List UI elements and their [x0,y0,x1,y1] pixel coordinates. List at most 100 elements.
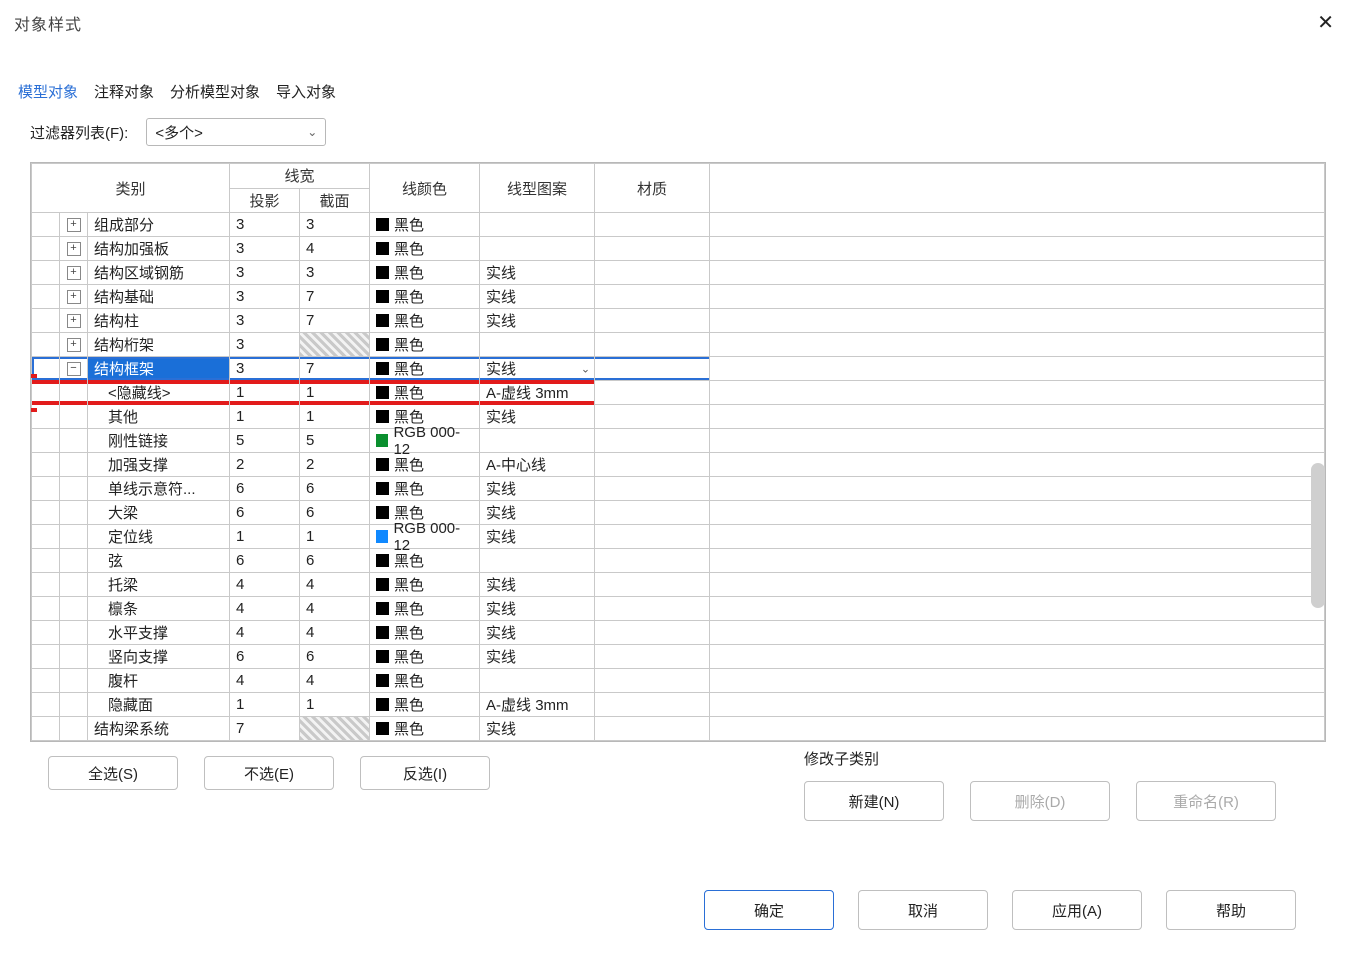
line-pattern-cell[interactable]: 实线 [480,261,595,285]
col-header-category[interactable]: 类别 [32,164,229,212]
category-cell[interactable]: 大梁 [88,501,230,525]
projection-cell[interactable]: 1 [230,693,300,717]
line-pattern-cell[interactable]: 实线 [480,477,595,501]
expand-plus-icon[interactable]: + [67,242,81,256]
material-cell[interactable] [595,237,710,261]
section-cell[interactable]: 1 [300,381,370,405]
invert-selection-button[interactable]: 反选(I) [360,756,490,790]
category-cell[interactable]: 定位线 [88,525,230,549]
line-color-cell[interactable]: 黑色 [370,357,480,381]
category-cell[interactable]: 结构梁系统 [88,717,230,741]
category-cell[interactable]: 结构加强板 [88,237,230,261]
category-cell[interactable]: 结构区域钢筋 [88,261,230,285]
table-row[interactable]: 结构梁系统7 黑色实线 [32,717,1325,741]
line-color-cell[interactable]: RGB 000-12 [370,429,480,453]
projection-cell[interactable]: 4 [230,597,300,621]
material-cell[interactable] [595,717,710,741]
table-row[interactable]: −结构框架37黑色实线⌄ [32,357,1325,381]
expander-cell[interactable]: + [60,237,88,261]
material-cell[interactable] [595,669,710,693]
line-pattern-cell[interactable]: 实线 [480,405,595,429]
line-color-cell[interactable]: 黑色 [370,597,480,621]
expander-cell[interactable]: + [60,213,88,237]
table-row[interactable]: 其他11黑色实线 [32,405,1325,429]
line-pattern-cell[interactable]: 实线 [480,645,595,669]
line-color-cell[interactable]: 黑色 [370,381,480,405]
projection-cell[interactable]: 3 [230,357,300,381]
section-cell[interactable]: 6 [300,501,370,525]
col-header-material[interactable]: 材质 [595,164,709,212]
expand-plus-icon[interactable]: + [67,338,81,352]
expander-cell[interactable]: + [60,261,88,285]
material-cell[interactable] [595,333,710,357]
projection-cell[interactable]: 3 [230,333,300,357]
section-cell[interactable]: 1 [300,693,370,717]
line-color-cell[interactable]: 黑色 [370,717,480,741]
table-row[interactable]: +结构柱37黑色实线 [32,309,1325,333]
category-cell[interactable]: 腹杆 [88,669,230,693]
projection-cell[interactable]: 1 [230,381,300,405]
table-row[interactable]: 隐藏面11黑色A-虚线 3mm [32,693,1325,717]
material-cell[interactable] [595,405,710,429]
section-cell[interactable]: 4 [300,621,370,645]
expander-cell[interactable]: + [60,309,88,333]
expand-plus-icon[interactable]: + [67,290,81,304]
section-cell[interactable]: 6 [300,645,370,669]
section-cell[interactable]: 4 [300,669,370,693]
tab-annotation-objects[interactable]: 注释对象 [90,77,158,106]
line-pattern-cell[interactable] [480,333,595,357]
table-row[interactable]: 水平支撑44黑色实线 [32,621,1325,645]
projection-cell[interactable]: 1 [230,525,300,549]
line-color-cell[interactable]: 黑色 [370,237,480,261]
line-color-cell[interactable]: 黑色 [370,645,480,669]
section-cell[interactable]: 7 [300,357,370,381]
category-cell[interactable]: 隐藏面 [88,693,230,717]
category-cell[interactable]: 组成部分 [88,213,230,237]
section-cell[interactable]: 4 [300,573,370,597]
section-cell[interactable] [300,717,370,741]
line-pattern-cell[interactable] [480,429,595,453]
table-row[interactable]: 大梁66黑色实线 [32,501,1325,525]
cancel-button[interactable]: 取消 [858,890,988,930]
close-icon[interactable]: ✕ [1309,6,1342,39]
line-color-cell[interactable]: 黑色 [370,285,480,309]
line-color-cell[interactable]: 黑色 [370,309,480,333]
ok-button[interactable]: 确定 [704,890,834,930]
projection-cell[interactable]: 4 [230,573,300,597]
projection-cell[interactable]: 7 [230,717,300,741]
tab-model-objects[interactable]: 模型对象 [14,77,82,106]
styles-grid[interactable]: 类别 线宽 线颜色 线型图案 材质 投影 截面 +组成部分33黑色+结构加强板3… [30,162,1326,742]
material-cell[interactable] [595,645,710,669]
tab-imported-objects[interactable]: 导入对象 [272,77,340,106]
category-cell[interactable]: 结构基础 [88,285,230,309]
table-row[interactable]: 腹杆44黑色 [32,669,1325,693]
line-pattern-cell[interactable] [480,549,595,573]
table-row[interactable]: +结构区域钢筋33黑色实线 [32,261,1325,285]
material-cell[interactable] [595,573,710,597]
table-row[interactable]: 竖向支撑66黑色实线 [32,645,1325,669]
projection-cell[interactable]: 3 [230,309,300,333]
material-cell[interactable] [595,693,710,717]
line-color-cell[interactable]: 黑色 [370,453,480,477]
table-row[interactable]: 加强支撑22黑色A-中心线 [32,453,1325,477]
category-cell[interactable]: <隐藏线> [88,381,230,405]
material-cell[interactable] [595,597,710,621]
line-pattern-cell[interactable]: 实线 [480,525,595,549]
line-pattern-cell[interactable] [480,237,595,261]
section-cell[interactable]: 7 [300,309,370,333]
category-cell[interactable]: 刚性链接 [88,429,230,453]
projection-cell[interactable]: 1 [230,405,300,429]
line-pattern-cell[interactable]: 实线 [480,717,595,741]
section-cell[interactable]: 1 [300,405,370,429]
projection-cell[interactable]: 3 [230,261,300,285]
projection-cell[interactable]: 6 [230,501,300,525]
category-cell[interactable]: 檩条 [88,597,230,621]
section-cell[interactable]: 2 [300,453,370,477]
projection-cell[interactable]: 3 [230,285,300,309]
line-color-cell[interactable]: 黑色 [370,573,480,597]
col-header-line-color[interactable]: 线颜色 [370,164,479,212]
section-cell[interactable] [300,333,370,357]
category-cell[interactable]: 加强支撑 [88,453,230,477]
col-header-section[interactable]: 截面 [300,189,369,212]
delete-subcategory-button[interactable]: 删除(D) [970,781,1110,821]
